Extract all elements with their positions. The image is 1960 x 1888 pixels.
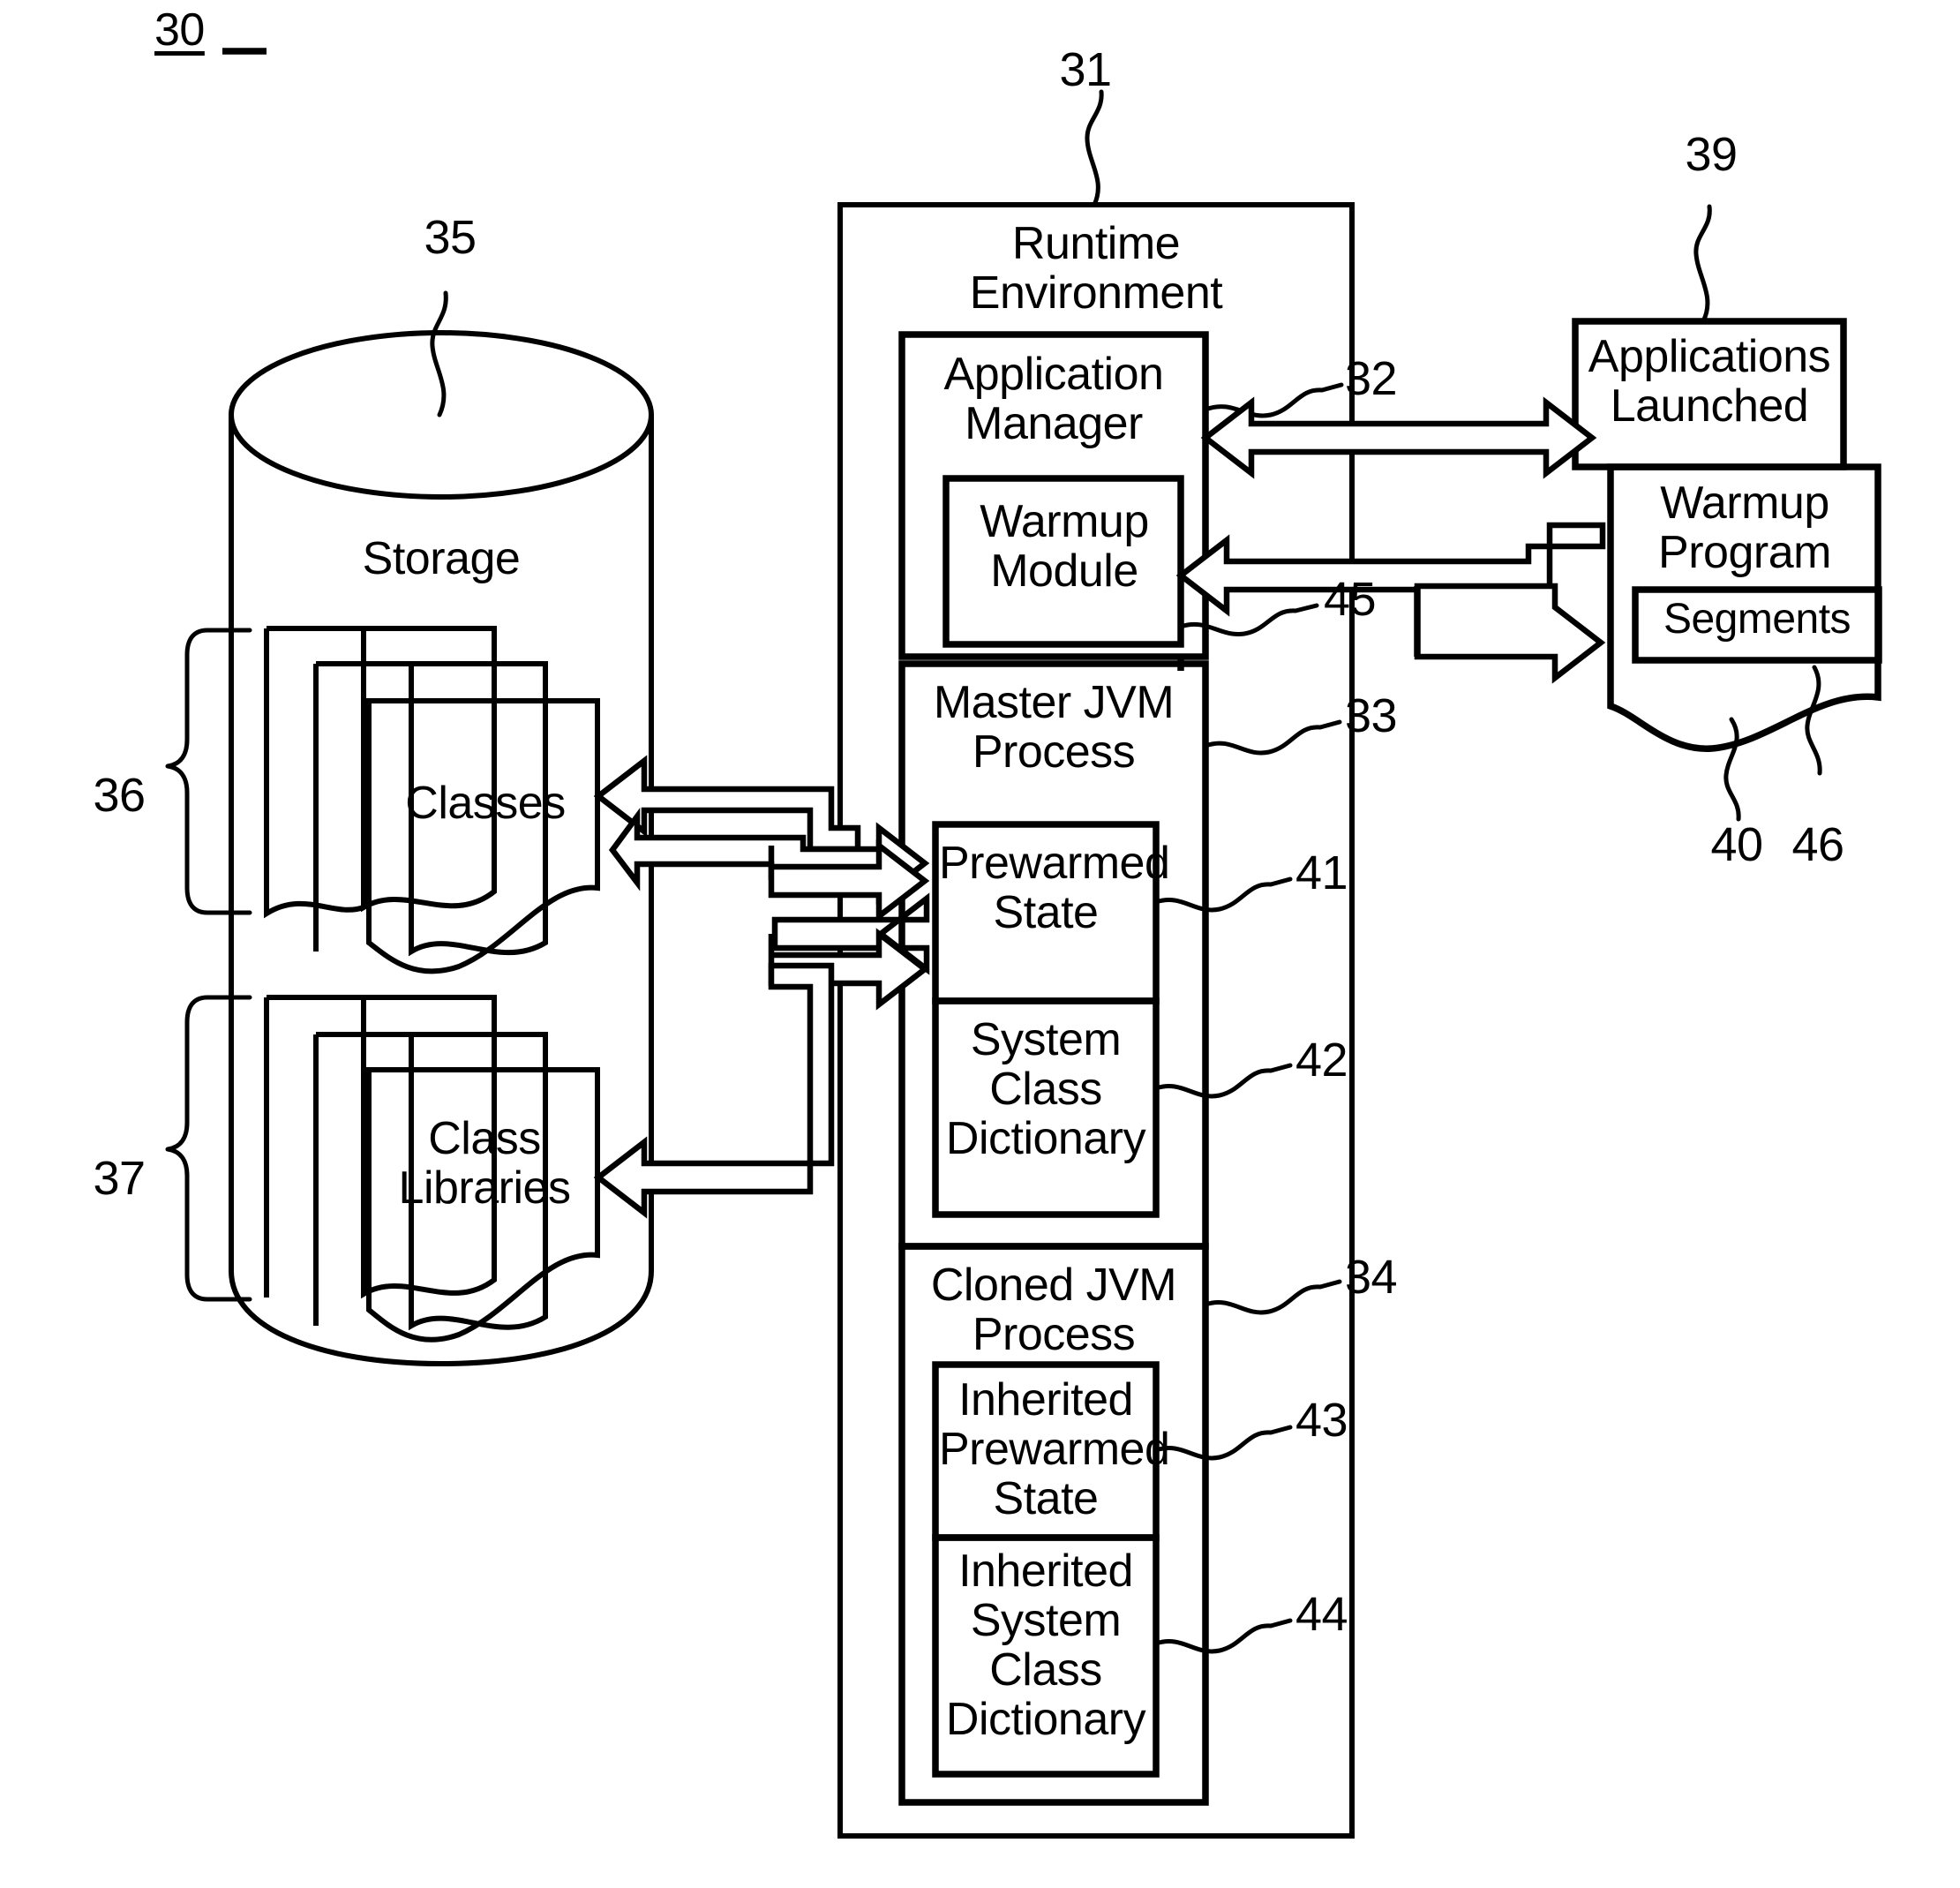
ref-33: 33 [1345,689,1398,742]
ref-43: 43 [1295,1394,1348,1447]
ref-45: 45 [1324,573,1377,626]
arrow-to-class-libraries [593,962,835,1219]
warmup-program-label: Warmup Program [1658,478,1831,579]
ref-37: 37 [93,1152,146,1205]
brace-36 [165,628,252,915]
figure-number: 30 [154,4,205,56]
ref-41: 41 [1295,846,1348,899]
brace-37 [165,995,252,1302]
system-class-dictionary-label: System Class Dictionary [945,1014,1146,1165]
ref-44: 44 [1295,1588,1348,1641]
master-jvm-label: Master JVM Process [933,677,1175,779]
ref-35: 35 [424,211,477,264]
application-manager-label: Application Manager [943,349,1164,450]
ref-39: 39 [1685,128,1738,181]
ref-36: 36 [93,769,146,822]
arrow-to-segments [1414,583,1606,684]
segments-label: Segments [1663,596,1851,643]
ref-34: 34 [1345,1251,1398,1304]
prewarmed-state-label: Prewarmed State [939,838,1170,939]
inherited-prewarmed-state-label: Inherited Prewarmed State [939,1374,1170,1525]
class-libraries-label: Class Libraries [398,1113,571,1215]
warmup-module-label: Warmup Module [980,496,1149,598]
runtime-environment-label: Runtime Environment [969,218,1223,320]
ref-42: 42 [1295,1034,1348,1087]
ref-31: 31 [1059,43,1112,96]
inherited-system-class-dictionary-label: Inherited System Class Dictionary [945,1546,1146,1746]
patent-figure-canvas: .s { fill:none; stroke:#000; stroke-widt… [0,0,1960,1888]
applications-launched-label: Applications Launched [1588,331,1831,433]
ref-32: 32 [1345,352,1398,405]
cloned-jvm-label: Cloned JVM Process [930,1260,1177,1361]
classes-label: Classes [405,778,566,829]
storage-label: Storage [362,533,521,584]
ref-46: 46 [1791,818,1844,871]
arrow-appmgr-applaunched [1200,396,1597,479]
